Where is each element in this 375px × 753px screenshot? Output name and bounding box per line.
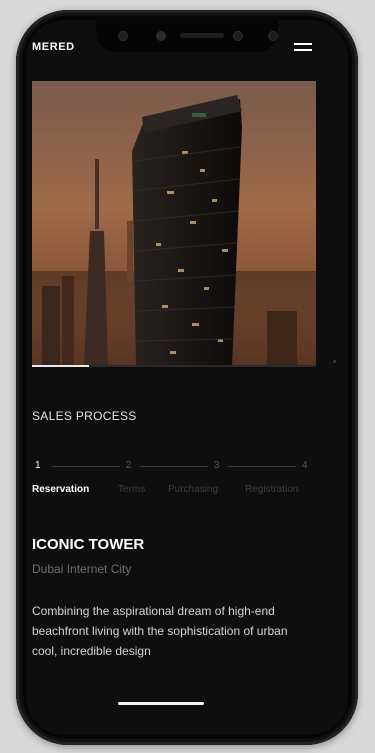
step-number-2[interactable]: 2 <box>126 460 132 472</box>
hero-image[interactable] <box>32 81 316 367</box>
sales-process-heading: SALES PROCESS <box>32 409 137 423</box>
hero-slider-progress-fill <box>32 365 89 367</box>
sensor-icon <box>233 31 243 41</box>
menu-line <box>294 43 312 45</box>
step-number-4[interactable]: 4 <box>302 460 308 472</box>
property-description: Combining the aspirational dream of high… <box>32 604 288 658</box>
tower-photo <box>32 81 316 367</box>
proximity-sensor-icon <box>268 31 278 41</box>
step-connector <box>228 466 296 467</box>
tab-reservation[interactable]: Reservation <box>32 484 89 495</box>
tab-terms[interactable]: Terms <box>118 484 145 495</box>
brand-logo[interactable]: MERED <box>32 41 75 53</box>
scroll-indicator <box>333 360 336 363</box>
hero-slider-progress[interactable] <box>32 365 316 367</box>
step-number-1[interactable]: 1 <box>35 460 41 472</box>
menu-line <box>294 49 312 51</box>
step-indicator: 1 2 3 4 <box>32 460 316 474</box>
tab-registration[interactable]: Registration <box>245 484 298 495</box>
step-number-3[interactable]: 3 <box>214 460 220 472</box>
tab-purchasing[interactable]: Purchasing <box>168 484 218 495</box>
property-location: Dubai Internet City <box>32 562 132 576</box>
sensor-icon <box>118 31 128 41</box>
home-indicator[interactable] <box>118 702 204 705</box>
property-title: ICONIC TOWER <box>32 536 145 553</box>
speaker-icon <box>180 33 224 38</box>
step-connector <box>52 466 120 467</box>
step-connector <box>140 466 208 467</box>
hamburger-menu-icon[interactable] <box>294 40 314 54</box>
camera-icon <box>156 31 166 41</box>
notch <box>96 20 278 52</box>
sales-process-tabs: Reservation Terms Purchasing Registratio… <box>32 484 322 500</box>
